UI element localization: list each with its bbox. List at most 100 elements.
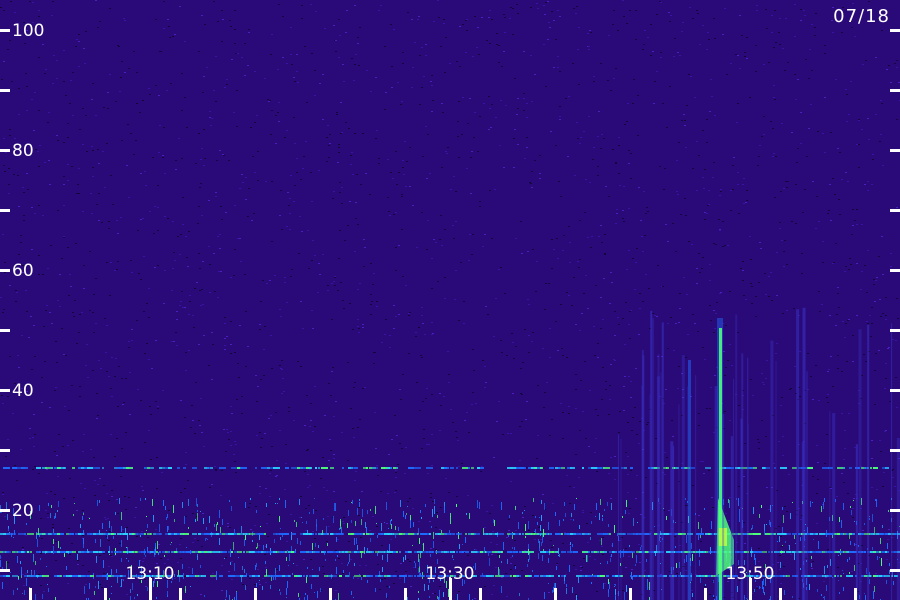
noise-speck: [484, 234, 486, 235]
noise-speck: [82, 451, 84, 452]
noise-speck: [676, 191, 678, 192]
band-segment: [261, 467, 267, 469]
noise-streak: [824, 596, 825, 600]
band-segment: [501, 551, 503, 553]
noise-speck: [577, 261, 579, 262]
noise-streak: [58, 541, 59, 548]
noise-speck: [282, 16, 284, 17]
noise-speck: [450, 189, 452, 190]
band-segment: [309, 551, 312, 553]
noise-speck: [400, 104, 402, 105]
band-segment: [252, 551, 255, 553]
noise-speck: [430, 493, 432, 494]
noise-speck: [818, 221, 820, 222]
noise-speck: [194, 433, 196, 434]
noise-streak: [449, 530, 450, 533]
noise-speck: [720, 292, 722, 293]
band-segment: [816, 575, 823, 577]
plot-background: [0, 0, 900, 600]
noise-speck: [470, 193, 472, 194]
noise-speck: [268, 101, 270, 102]
noise-streak: [866, 568, 867, 574]
noise-speck: [676, 160, 678, 161]
noise-speck: [539, 178, 541, 179]
noise-streak: [498, 567, 499, 575]
noise-streak: [156, 597, 157, 599]
y-tick-right: [890, 569, 900, 572]
noise-speck: [635, 10, 637, 11]
noise-speck: [68, 410, 70, 411]
band-segment: [849, 467, 852, 469]
noise-speck: [848, 319, 850, 320]
noise-speck: [755, 71, 757, 72]
noise-speck: [597, 357, 599, 358]
noise-speck: [138, 273, 140, 274]
band-segment: [486, 533, 489, 535]
noise-streak: [36, 536, 37, 537]
noise-speck: [333, 416, 335, 417]
noise-streak: [602, 518, 603, 521]
noise-speck: [558, 181, 560, 182]
interference-column: [770, 340, 774, 600]
noise-speck: [228, 439, 230, 440]
band-segment: [600, 575, 605, 577]
noise-speck: [103, 107, 105, 108]
noise-speck: [98, 360, 100, 361]
noise-speck: [789, 389, 791, 390]
noise-speck: [458, 101, 460, 102]
noise-speck: [225, 212, 227, 213]
y-tick-right: [890, 209, 900, 212]
band-segment: [495, 533, 498, 535]
noise-speck: [358, 515, 360, 516]
noise-speck: [217, 297, 219, 298]
noise-speck: [53, 55, 55, 56]
noise-speck: [447, 147, 449, 148]
noise-speck: [709, 264, 711, 265]
noise-speck: [579, 430, 581, 431]
noise-streak: [245, 502, 246, 508]
noise-speck: [390, 539, 392, 540]
noise-speck: [390, 553, 392, 554]
band-segment: [753, 551, 756, 553]
noise-speck: [419, 55, 421, 56]
noise-speck: [484, 387, 486, 388]
noise-speck: [77, 560, 79, 561]
interference-column: [855, 444, 858, 600]
noise-speck: [522, 362, 524, 363]
noise-speck: [230, 344, 232, 345]
noise-speck: [311, 260, 313, 261]
noise-speck: [824, 97, 826, 98]
noise-streak: [111, 593, 112, 594]
noise-speck: [559, 119, 561, 120]
noise-speck: [318, 170, 320, 171]
noise-streak: [705, 584, 706, 586]
noise-speck: [75, 243, 77, 244]
noise-speck: [22, 549, 24, 550]
noise-speck: [408, 315, 410, 316]
noise-streak: [238, 557, 239, 558]
noise-streak: [316, 524, 317, 531]
noise-speck: [338, 57, 340, 58]
noise-speck: [184, 41, 186, 42]
noise-speck: [130, 133, 132, 134]
noise-speck: [116, 438, 118, 439]
noise-speck: [219, 234, 221, 235]
band-segment: [72, 533, 74, 535]
noise-speck: [260, 447, 262, 448]
noise-speck: [496, 33, 498, 34]
noise-speck: [215, 470, 217, 471]
noise-speck: [338, 147, 340, 148]
noise-speck: [377, 564, 379, 565]
noise-streak: [140, 498, 141, 501]
noise-speck: [162, 390, 164, 391]
noise-speck: [892, 339, 894, 340]
band-segment: [237, 551, 240, 553]
band-segment: [675, 575, 677, 577]
noise-speck: [157, 265, 159, 266]
band-segment: [864, 551, 866, 553]
noise-speck: [575, 454, 577, 455]
noise-speck: [109, 295, 111, 296]
noise-speck: [5, 456, 7, 457]
noise-speck: [17, 175, 19, 176]
noise-speck: [370, 294, 372, 295]
